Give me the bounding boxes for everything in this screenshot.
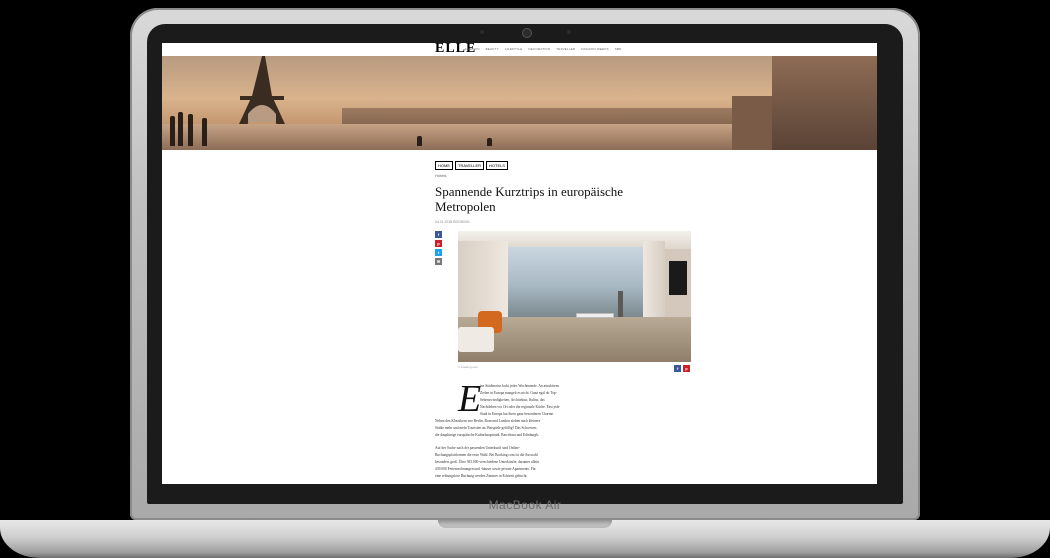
sensor-dot	[480, 30, 484, 34]
nav-item-decoration[interactable]: DECORATION	[528, 47, 550, 51]
breadcrumb-hotels[interactable]: HOTELS	[486, 161, 509, 170]
mail-icon[interactable]: ✉	[435, 258, 442, 265]
nav-item-beauty[interactable]: BEAUTY	[486, 47, 499, 51]
sofa	[458, 327, 494, 352]
paragraph-line: Neben den Klassikern wie Berlin, Rom und…	[435, 419, 541, 423]
person-figure	[170, 116, 175, 146]
person-figure	[178, 112, 183, 146]
person-figure	[188, 114, 193, 146]
sensor-dot	[567, 30, 571, 34]
tv-screen	[669, 261, 687, 295]
photo-share-bar: f p	[674, 365, 690, 372]
photo-caption: © booking.com	[458, 365, 479, 369]
paragraph-line: 439.000 Ferienwohnungen und -häuser sowi…	[435, 467, 536, 471]
paragraph-line: besonders groß. Über 945.000 verschieden…	[435, 460, 539, 464]
nav-item-lifestyle[interactable]: LIFESTYLE	[505, 47, 523, 51]
article-title: Spannende Kurztrips in europäische Metro…	[435, 184, 624, 214]
pinterest-icon[interactable]: p	[683, 365, 690, 372]
nav-item-fashion-weeks[interactable]: FASHION WEEKS	[581, 47, 608, 51]
article-photo	[458, 231, 691, 362]
device-brand-label: MacBook Air	[488, 498, 562, 512]
paragraph-line: Buchungsplattformen die erste Wahl. Bei …	[435, 453, 538, 457]
main-nav: FASHION BEAUTY LIFESTYLE DECORATION TRAV…	[465, 47, 622, 51]
twitter-icon[interactable]: t	[435, 249, 442, 256]
pinterest-icon[interactable]: p	[435, 240, 442, 247]
person-figure	[487, 138, 492, 146]
paragraph-line: Nachtleben vor Ort oder die regionale Kü…	[480, 405, 560, 409]
nav-item-traveller[interactable]: TRAVELLER	[556, 47, 575, 51]
paragraph-line: Zielen in Europa mangelt es nicht. Ganz …	[480, 391, 557, 395]
paragraph-line: Auf der Suche nach der passenden Unterku…	[435, 446, 521, 450]
paragraph-line: Städte mehr und mehr Touristen an. Beisp…	[435, 426, 538, 430]
article-kicker: Hotels	[435, 173, 447, 178]
breadcrumb-home[interactable]: HOME	[435, 161, 453, 170]
facebook-icon[interactable]: f	[435, 231, 442, 238]
person-figure	[417, 136, 422, 146]
person-figure	[202, 118, 207, 146]
breadcrumb-traveller[interactable]: TRAVELLER	[455, 161, 485, 170]
building	[732, 96, 772, 150]
paragraph-line: eine reibungslose Buchung werden Zimmer …	[435, 474, 528, 478]
paragraph-line: Sehenswürdigkeiten, Architektur, Kultur,…	[480, 398, 545, 402]
paragraph-line: die dauphinige europäische Kulturhauptst…	[435, 433, 539, 437]
nav-item-fashion[interactable]: FASHION	[465, 47, 480, 51]
drop-cap: E	[458, 378, 482, 420]
breadcrumb: HOME TRAVELLER HOTELS	[435, 161, 509, 170]
nav-item-sbd[interactable]: SBD	[615, 47, 622, 51]
glass-table	[576, 313, 614, 318]
facebook-icon[interactable]: f	[674, 365, 681, 372]
browser-screen: ELLE FASHION BEAUTY LIFESTYLE DECORATION…	[162, 43, 877, 484]
camera-icon	[522, 28, 532, 38]
site-header: ELLE FASHION BEAUTY LIFESTYLE DECORATION…	[162, 43, 877, 57]
building	[772, 56, 877, 150]
share-bar: f p t ✉	[435, 231, 442, 265]
window-view	[508, 247, 672, 317]
lid-notch	[438, 520, 612, 528]
paragraph-line: Stadt in Europa hat ihren ganz besondere…	[480, 412, 555, 416]
paragraph-line: ine Städtereise lockt jedes Wochenende. …	[480, 384, 559, 388]
hero-image	[162, 56, 877, 150]
article-byline: 04.11.2018 BOOKING	[435, 220, 470, 224]
